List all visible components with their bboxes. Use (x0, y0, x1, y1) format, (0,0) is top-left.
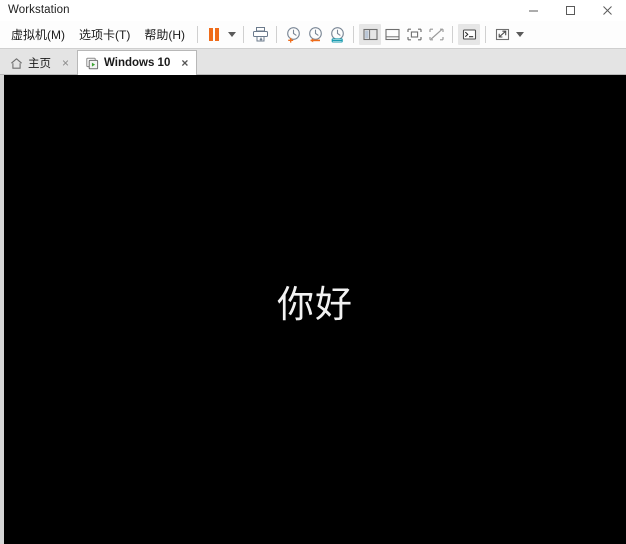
show-library-button[interactable] (359, 24, 381, 45)
menu-help[interactable]: 帮助(H) (137, 24, 192, 46)
minimize-button[interactable] (515, 0, 552, 21)
toolbar-separator (197, 26, 198, 43)
show-console-view-button[interactable] (403, 24, 425, 45)
tab-home[interactable]: 主页 × (2, 52, 77, 75)
snapshot-manager-icon (330, 27, 344, 43)
toolbar-separator (276, 26, 277, 43)
snapshot-revert-icon (308, 27, 322, 43)
take-snapshot-button[interactable] (282, 24, 304, 45)
console-view-off-icon (428, 28, 444, 41)
menu-toolbar: 虚拟机(M) 选项卡(T) 帮助(H) (0, 21, 626, 49)
sidebar-panel-icon (362, 28, 378, 41)
chevron-down-icon (515, 32, 524, 37)
close-button[interactable] (589, 0, 626, 21)
menu-tabs[interactable]: 选项卡(T) (72, 24, 137, 46)
suspend-dropdown[interactable] (225, 24, 238, 45)
toolbar-separator (243, 26, 244, 43)
maximize-button[interactable] (552, 0, 589, 21)
window-controls (515, 0, 626, 21)
send-ctrl-alt-del-button[interactable] (249, 24, 271, 45)
snapshot-manager-button[interactable] (326, 24, 348, 45)
chevron-down-icon (227, 32, 236, 37)
guest-screen-text: 你好 (277, 282, 353, 326)
title-bar: Workstation (0, 0, 626, 21)
toolbar-separator (452, 26, 453, 43)
window-title: Workstation (8, 4, 70, 16)
hide-console-view-button[interactable] (425, 24, 447, 45)
pause-icon (209, 28, 219, 41)
revert-snapshot-button[interactable] (304, 24, 326, 45)
thumbnail-bar-icon (384, 28, 400, 41)
tab-windows-10-label: Windows 10 (104, 57, 171, 69)
snapshot-add-icon (286, 27, 300, 43)
home-icon (9, 57, 23, 71)
vm-icon (85, 56, 99, 70)
tab-home-close-icon[interactable]: × (60, 57, 71, 69)
vmware-workstation-window: Workstation 虚拟机(M) 选项卡(T) 帮助(H) 主页 × Win… (0, 0, 626, 544)
send-keys-icon (252, 27, 268, 42)
menu-virtual-machine[interactable]: 虚拟机(M) (4, 24, 72, 46)
toolbar-separator (353, 26, 354, 43)
tab-home-label: 主页 (28, 57, 51, 70)
tab-windows-10-close-icon[interactable]: × (179, 57, 190, 69)
toolbar-separator (485, 26, 486, 43)
terminal-icon (462, 29, 476, 40)
tab-windows-10[interactable]: Windows 10 × (77, 50, 198, 75)
expand-icon (495, 28, 509, 41)
fullscreen-dropdown[interactable] (513, 24, 526, 45)
unity-mode-button[interactable] (458, 24, 480, 45)
vm-console[interactable]: 你好 (0, 75, 626, 544)
tab-strip: 主页 × Windows 10 × (0, 49, 626, 75)
console-view-icon (406, 28, 422, 41)
suspend-button[interactable] (203, 24, 225, 45)
show-thumbnail-bar-button[interactable] (381, 24, 403, 45)
fullscreen-button[interactable] (491, 24, 513, 45)
